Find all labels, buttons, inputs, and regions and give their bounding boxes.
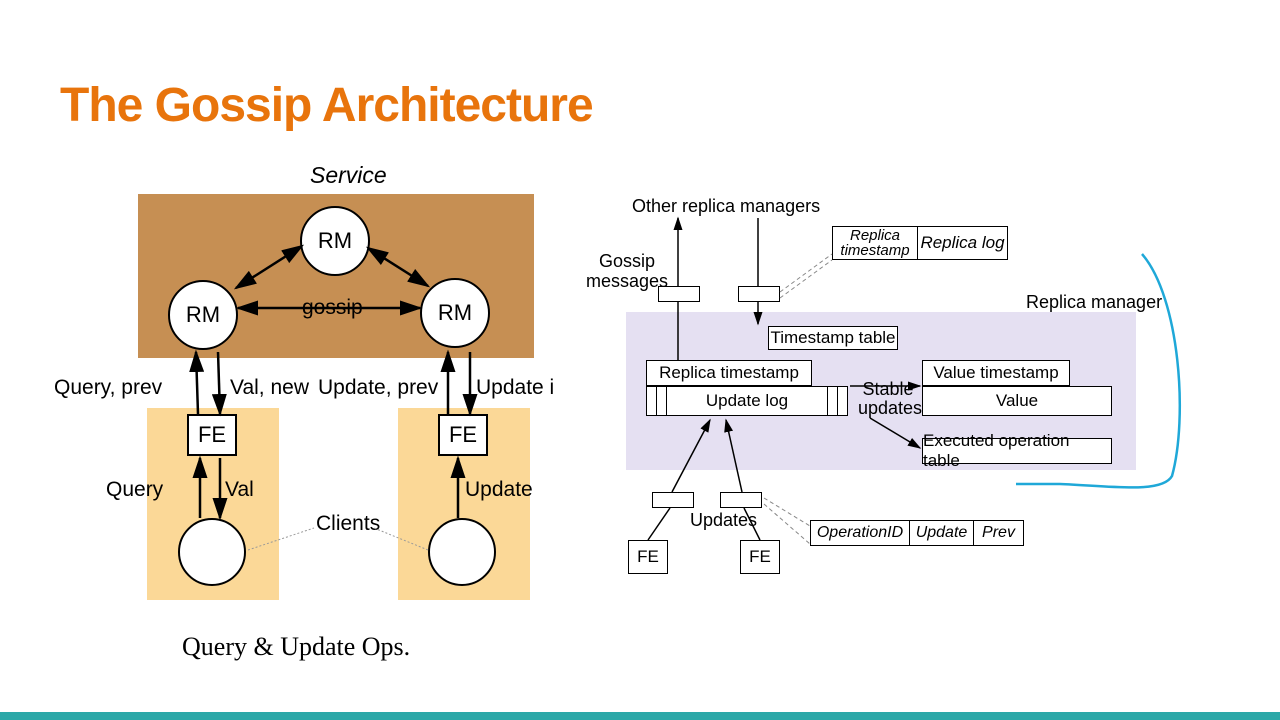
update-log-group: Update log <box>646 386 848 416</box>
fe-box-r2: FE <box>740 540 780 574</box>
fe-label: FE <box>449 422 477 448</box>
val-label: Val <box>225 478 254 502</box>
replica-timestamp-header: Replica timestamp <box>832 226 918 260</box>
fe-box-right: FE <box>438 414 488 456</box>
other-rm-label: Other replica managers <box>632 196 820 217</box>
rm-label: RM <box>318 228 352 254</box>
query-prev-label: Query, prev <box>54 376 162 400</box>
client-node-left <box>178 518 246 586</box>
value-box: Value <box>922 386 1112 416</box>
port-box-3 <box>652 492 694 508</box>
client-node-right <box>428 518 496 586</box>
rm-label: RM <box>438 300 472 326</box>
clients-label: Clients <box>316 512 380 536</box>
replica-manager-label: Replica manager <box>1026 292 1162 313</box>
update-log-box: Update log <box>667 387 827 415</box>
gossip-label: gossip <box>302 296 363 320</box>
op-tuple-group: OperationID Update Prev <box>810 520 1024 546</box>
fe-label: FE <box>198 422 226 448</box>
rm-node-top: RM <box>300 206 370 276</box>
updates-label: Updates <box>690 510 757 531</box>
replica-ts-box: Replica timestamp <box>646 360 812 386</box>
rm-label: RM <box>186 302 220 328</box>
stable-updates-label: Stable updates <box>858 380 918 418</box>
replica-header-group: Replica timestamp Replica log <box>832 226 1008 260</box>
slide-title: The Gossip Architecture <box>60 78 593 133</box>
port-box-1 <box>658 286 700 302</box>
service-label: Service <box>310 162 387 189</box>
prev-field-box: Prev <box>974 520 1024 546</box>
operation-id-box: OperationID <box>810 520 910 546</box>
rm-node-left: RM <box>168 280 238 350</box>
port-box-4 <box>720 492 762 508</box>
query-label: Query <box>106 478 163 502</box>
port-box-2 <box>738 286 780 302</box>
val-new-label: Val, new <box>230 376 309 400</box>
update-i-label: Update i <box>476 376 554 400</box>
replica-log-header: Replica log <box>918 226 1008 260</box>
update-field-box: Update <box>910 520 974 546</box>
fe-box-left: FE <box>187 414 237 456</box>
diagram-area: Service RM RM RM gossip Query, prev Val,… <box>50 158 1230 658</box>
value-timestamp-box: Value timestamp <box>922 360 1070 386</box>
bottom-accent-bar <box>0 712 1280 720</box>
fe-box-r1: FE <box>628 540 668 574</box>
update-label: Update <box>465 478 533 502</box>
timestamp-table-box: Timestamp table <box>768 326 898 350</box>
executed-op-box: Executed operation table <box>922 438 1112 464</box>
update-prev-label: Update, prev <box>318 376 438 400</box>
rm-node-right: RM <box>420 278 490 348</box>
left-caption: Query & Update Ops. <box>182 632 410 662</box>
